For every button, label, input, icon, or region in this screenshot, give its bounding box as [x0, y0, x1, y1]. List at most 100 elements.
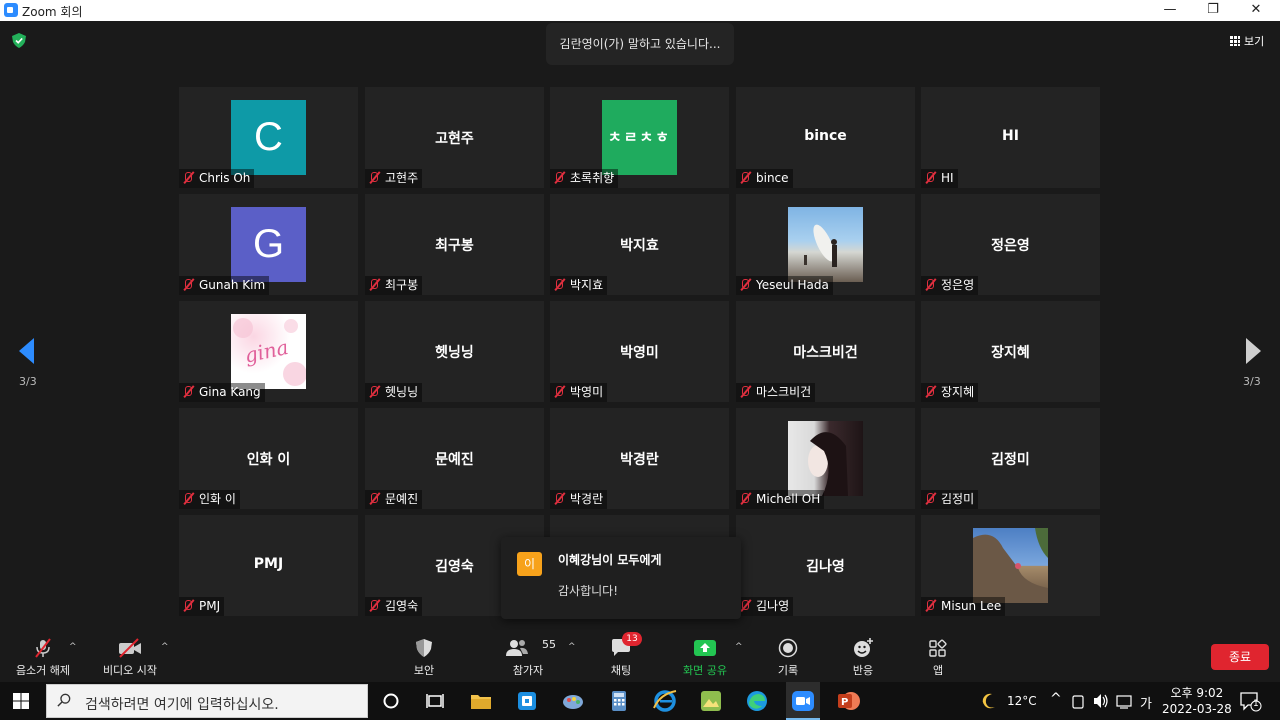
show-hidden-icons-icon[interactable]: ^	[1050, 691, 1062, 707]
participant-name-label: 김정미	[921, 490, 979, 509]
cortana-icon[interactable]	[378, 688, 404, 714]
encryption-shield-icon[interactable]	[12, 33, 26, 48]
participant-tile[interactable]: HI HI	[921, 87, 1100, 188]
security-label: 보안	[413, 664, 435, 677]
powerpoint-icon[interactable]: P	[836, 688, 862, 714]
security-button[interactable]: 보안	[400, 638, 448, 678]
audio-options-caret-icon[interactable]: ^	[69, 642, 77, 652]
mic-muted-icon	[368, 279, 380, 291]
participant-tile[interactable]: ㅊㄹㅊㅎ 초록취향	[550, 87, 729, 188]
chat-button[interactable]: 13 채팅	[600, 632, 642, 678]
zoom-taskbar-button[interactable]	[786, 682, 820, 720]
start-video-button[interactable]: 비디오 시작	[98, 638, 162, 678]
restore-button[interactable]: ❐	[1193, 0, 1233, 21]
internet-explorer-icon[interactable]	[652, 688, 678, 714]
participant-tile[interactable]: Michell OH	[736, 408, 915, 509]
participant-tile[interactable]: 정은영 정은영	[921, 194, 1100, 295]
participant-tile[interactable]: 문예진 문예진	[365, 408, 544, 509]
participant-name-label: 장지혜	[921, 383, 979, 402]
participant-tile[interactable]: C Chris Oh	[179, 87, 358, 188]
participant-tile[interactable]: 장지혜 장지혜	[921, 301, 1100, 402]
participant-tile[interactable]: 박지효 박지효	[550, 194, 729, 295]
participant-name: Gunah Kim	[199, 278, 266, 292]
active-speaker-indicator: 김란영이(가) 말하고 있습니다...	[546, 23, 734, 65]
notification-count: 1	[1253, 699, 1259, 709]
participants-caret-icon[interactable]: ^	[568, 642, 576, 652]
chat-notification[interactable]: 이 이혜강님이 모두에게 감사합니다!	[501, 537, 741, 619]
mic-muted-icon	[368, 172, 380, 184]
speaker-volume-icon[interactable]	[1092, 688, 1110, 714]
participant-tile[interactable]: 고현주 고현주	[365, 87, 544, 188]
participant-tile[interactable]: 최구봉 최구봉	[365, 194, 544, 295]
participant-name-label: 김영숙	[365, 597, 423, 616]
weather-temperature[interactable]: 12°C	[1007, 694, 1037, 708]
minimize-button[interactable]: —	[1150, 0, 1190, 21]
task-view-icon[interactable]	[422, 688, 448, 714]
participant-tile[interactable]: gina Gina Kang	[179, 301, 358, 402]
participant-tile[interactable]: PMJ PMJ	[179, 515, 358, 616]
network-icon[interactable]	[1115, 688, 1133, 714]
taskbar-search-box[interactable]: 검색하려면 여기에 입력하십시오.	[46, 684, 368, 718]
participant-tile[interactable]: 김정미 김정미	[921, 408, 1100, 509]
participant-tile[interactable]: Yeseul Hada	[736, 194, 915, 295]
taskbar-clock[interactable]: 오후 9:02 2022-03-28	[1162, 685, 1232, 717]
participant-tile[interactable]: 박영미 박영미	[550, 301, 729, 402]
store-app-icon[interactable]	[514, 688, 540, 714]
participant-name: HI	[941, 171, 954, 185]
notification-center-button[interactable]: 1	[1238, 688, 1262, 714]
mic-muted-icon	[924, 600, 936, 612]
participant-tile[interactable]: 헷닝닝 헷닝닝	[365, 301, 544, 402]
participant-name: 고현주	[385, 171, 419, 185]
participant-tile[interactable]: Misun Lee	[921, 515, 1100, 616]
participant-tile[interactable]: 김나영 김나영	[736, 515, 915, 616]
participant-tile[interactable]: 박경란 박경란	[550, 408, 729, 509]
file-explorer-icon[interactable]	[468, 688, 494, 714]
video-options-caret-icon[interactable]: ^	[161, 642, 169, 652]
participants-button[interactable]: 55 참가자	[500, 638, 556, 678]
participants-count: 55	[542, 638, 556, 651]
reactions-label: 반응	[852, 664, 874, 677]
reactions-button[interactable]: 반응	[843, 638, 883, 678]
edge-browser-icon[interactable]	[744, 688, 770, 714]
mic-muted-icon	[182, 279, 194, 291]
participant-photo: gina	[231, 314, 307, 389]
paint-app-icon[interactable]	[560, 688, 586, 714]
mic-muted-icon	[739, 493, 751, 505]
mic-muted-icon	[553, 279, 565, 291]
apps-button[interactable]: 앱	[920, 638, 956, 678]
participant-display-name: 김나영	[806, 559, 845, 575]
participant-display-name: 인화 이	[246, 452, 291, 468]
participant-name-label: 박지효	[550, 276, 608, 295]
share-screen-label: 화면 공유	[683, 664, 727, 677]
share-screen-button[interactable]: 화면 공유	[678, 638, 732, 678]
device-icon[interactable]	[1070, 688, 1086, 714]
ime-indicator[interactable]: 가	[1140, 693, 1152, 712]
participant-name: 정은영	[941, 278, 975, 292]
unmute-button[interactable]: 음소거 해제	[10, 638, 76, 678]
participant-display-name: 헷닝닝	[435, 345, 474, 361]
participant-tile[interactable]: 인화 이 인화 이	[179, 408, 358, 509]
share-options-caret-icon[interactable]: ^	[735, 642, 743, 652]
view-button[interactable]: 보기	[1230, 33, 1264, 49]
grid-view-icon	[1230, 36, 1240, 46]
record-button[interactable]: 기록	[768, 638, 808, 678]
participant-tile[interactable]: bince bince	[736, 87, 915, 188]
previous-page-arrow-icon[interactable]	[19, 338, 34, 364]
photos-app-icon[interactable]	[698, 688, 724, 714]
chat-unread-badge: 13	[622, 632, 642, 646]
next-page-arrow-icon[interactable]	[1246, 338, 1261, 364]
participant-tile[interactable]: G Gunah Kim	[179, 194, 358, 295]
calculator-icon[interactable]	[606, 688, 632, 714]
start-video-label: 비디오 시작	[102, 664, 158, 677]
video-off-icon	[119, 638, 141, 658]
end-meeting-button[interactable]: 종료	[1211, 644, 1269, 670]
participant-name: 박지효	[570, 278, 604, 292]
participant-name: Misun Lee	[941, 599, 1002, 613]
participant-display-name: 정은영	[991, 238, 1030, 254]
participant-name: Chris Oh	[199, 171, 251, 185]
windows-start-icon[interactable]	[13, 693, 29, 709]
participant-display-name: 장지혜	[991, 345, 1030, 361]
clock-time: 오후 9:02	[1170, 686, 1224, 700]
participant-tile[interactable]: 마스크비건 마스크비건	[736, 301, 915, 402]
close-button[interactable]: ✕	[1236, 0, 1276, 21]
